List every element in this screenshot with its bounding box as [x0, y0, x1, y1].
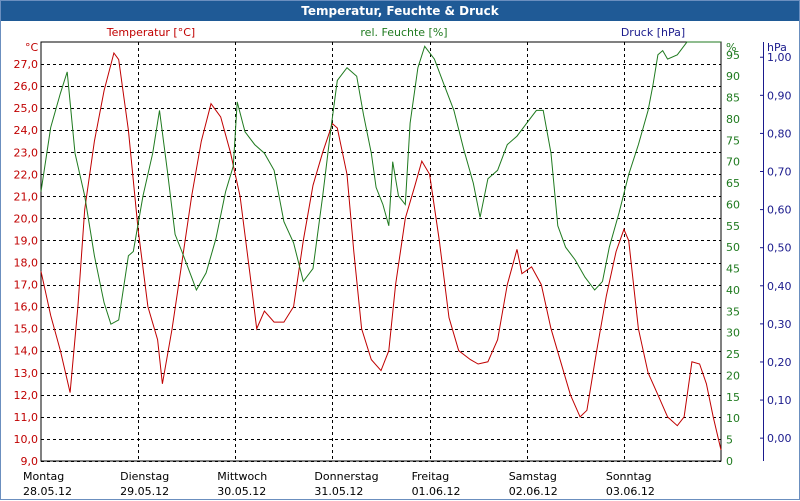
temperature-tick-label: 21,0: [14, 190, 39, 203]
temperature-tick-label: 20,0: [14, 212, 39, 225]
pressure-tick-label: 0,10: [767, 394, 792, 407]
temperature-tick-label: 22,0: [14, 168, 39, 181]
pressure-axis-title: Druck [hPa]: [621, 26, 685, 39]
temperature-tick-label: 11,0: [14, 411, 39, 424]
temperature-tick-label: 13,0: [14, 367, 39, 380]
chart-canvas: 9,0 10,0 11,0 12,0 13,0 14,0 15,0 16,0 17,0 18,0 1…: [14, 26, 792, 498]
pressure-unit-label: hPa: [767, 41, 787, 54]
pressure-tick-label: 0,70: [767, 166, 792, 179]
humidity-tick-label: 55: [726, 220, 740, 233]
humidity-series-line: [40, 41, 721, 325]
humidity-tick-label: 60: [726, 198, 740, 211]
x-date-label: 03.06.12: [606, 485, 655, 498]
x-day-label: Montag: [23, 470, 64, 483]
pressure-tick-label: 0,50: [767, 242, 792, 255]
temperature-tick-label: 24,0: [14, 124, 39, 137]
x-day-label: Mittwoch: [217, 470, 267, 483]
temperature-tick-label: 12,0: [14, 389, 39, 402]
humidity-tick-label: 10: [726, 412, 740, 425]
temperature-tick-label: 15,0: [14, 323, 39, 336]
x-day-label: Donnerstag: [314, 470, 378, 483]
temperature-tick-label: 26,0: [14, 80, 39, 93]
humidity-tick-label: 75: [726, 134, 740, 147]
humidity-tick-label: 45: [726, 263, 740, 276]
temperature-tick-label: 16,0: [14, 301, 39, 314]
pressure-tick-label: 0,30: [767, 318, 792, 331]
humidity-tick-label: 30: [726, 327, 740, 340]
humidity-tick-label: 15: [726, 391, 740, 404]
x-day-label: Sonntag: [606, 470, 652, 483]
plot-border: [40, 41, 722, 462]
humidity-tick-label: 0: [726, 455, 733, 468]
temperature-tick-label: 25,0: [14, 102, 39, 115]
x-date-label: 01.06.12: [412, 485, 461, 498]
pressure-tick-label: 0,00: [767, 432, 792, 445]
x-date-label: 02.06.12: [509, 485, 558, 498]
pressure-tick-label: 0,80: [767, 127, 792, 140]
x-day-label: Dienstag: [120, 470, 169, 483]
x-date-label: 29.05.12: [120, 485, 169, 498]
humidity-tick-label: 80: [726, 113, 740, 126]
temperature-tick-label: 27,0: [14, 58, 39, 71]
humidity-tick-label: 65: [726, 177, 740, 190]
pressure-tick-label: 0,60: [767, 204, 792, 217]
pressure-tick-label: 0,20: [767, 356, 792, 369]
humidity-tick-label: 85: [726, 92, 740, 105]
temperature-tick-label: 10,0: [14, 433, 39, 446]
humidity-tick-label: 25: [726, 348, 740, 361]
humidity-tick-label: 5: [726, 434, 733, 447]
humidity-tick-label: 20: [726, 369, 740, 382]
humidity-unit-label: %: [726, 41, 736, 54]
temperature-tick-label: 23,0: [14, 146, 39, 159]
temperature-tick-label: 17,0: [14, 279, 39, 292]
humidity-tick-label: 70: [726, 156, 740, 169]
humidity-tick-label: 35: [726, 305, 740, 318]
x-date-label: 31.05.12: [314, 485, 363, 498]
temperature-series-line: [40, 51, 722, 451]
humidity-tick-label: 50: [726, 241, 740, 254]
humidity-tick-label: 90: [726, 70, 740, 83]
x-day-label: Freitag: [412, 470, 450, 483]
chart-window: Temperatur, Feuchte & Druck 9,0 10,0 11,0 1…: [0, 0, 800, 500]
humidity-axis-title: rel. Feuchte [%]: [360, 26, 447, 39]
pressure-tick-label: 0,90: [767, 89, 792, 102]
pressure-tick-label: 0,40: [767, 280, 792, 293]
temperature-tick-label: 9,0: [21, 455, 39, 468]
temperature-axis-title: Temperatur [°C]: [106, 26, 195, 39]
temperature-tick-label: 19,0: [14, 234, 39, 247]
temperature-tick-label: 14,0: [14, 345, 39, 358]
humidity-tick-label: 40: [726, 284, 740, 297]
x-date-label: 28.05.12: [23, 485, 72, 498]
temperature-unit-label: °C: [25, 41, 39, 54]
temperature-tick-label: 18,0: [14, 257, 39, 270]
x-day-label: Samstag: [509, 470, 557, 483]
x-date-label: 30.05.12: [217, 485, 266, 498]
